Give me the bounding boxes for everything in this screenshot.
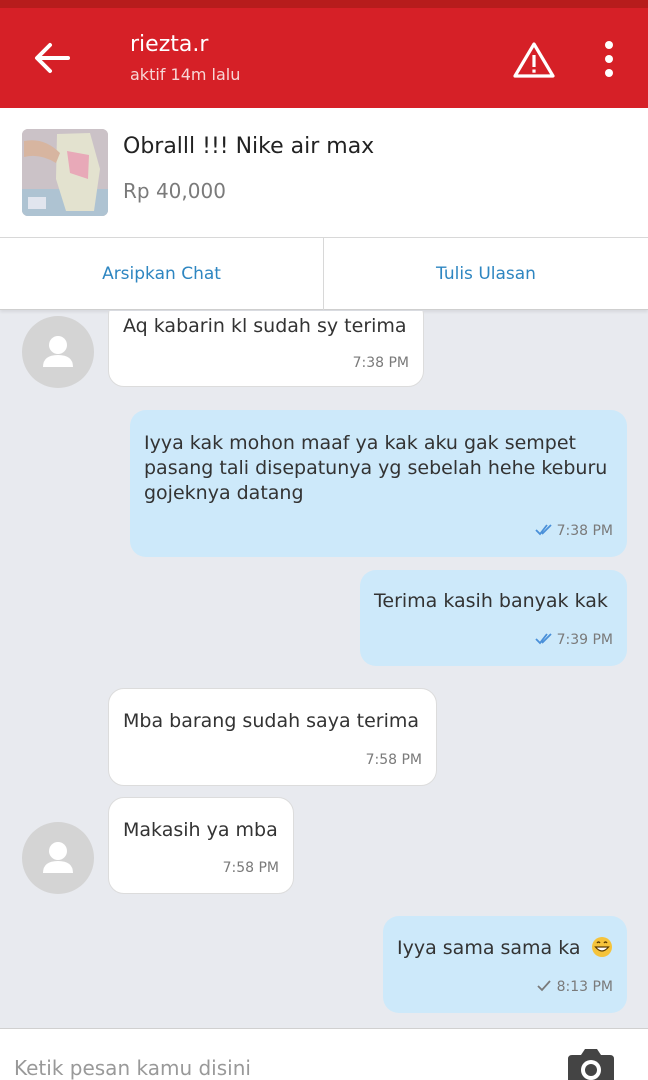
message-text: Mba barang sudah saya terima <box>123 710 420 732</box>
message-bubble-incoming[interactable]: Makasih ya mba 7:58 PM <box>108 797 294 894</box>
message-meta: 7:38 PM <box>534 519 613 544</box>
more-vertical-icon[interactable] <box>594 38 624 82</box>
message-composer <box>0 1028 648 1080</box>
message-meta: 8:13 PM <box>535 975 613 1000</box>
double-check-icon <box>534 524 552 536</box>
avatar <box>22 316 94 388</box>
product-thumbnail <box>22 129 108 216</box>
message-bubble-outgoing[interactable]: Iyya kak mohon maaf ya kak aku gak sempe… <box>130 410 627 557</box>
contact-status: aktif 14m lalu <box>130 65 241 84</box>
chat-header: riezta.r aktif 14m lalu <box>0 8 648 108</box>
user-avatar-icon <box>43 842 73 873</box>
message-bubble-incoming[interactable]: Mba barang sudah saya terima 7:58 PM <box>108 688 437 786</box>
message-time: 8:13 PM <box>556 979 613 995</box>
avatar <box>22 822 94 894</box>
message-input[interactable] <box>0 1029 540 1080</box>
message-text: gojeknya datang <box>144 482 304 504</box>
user-avatar-icon <box>43 336 73 367</box>
message-meta: 7:39 PM <box>534 628 613 653</box>
message-bubble-incoming[interactable]: Aq kabarin kl sudah sy terima 7:38 PM <box>108 311 424 387</box>
back-arrow-icon[interactable] <box>28 34 76 82</box>
write-review-button[interactable]: Tulis Ulasan <box>324 238 648 310</box>
message-bubble-outgoing[interactable]: Iyya sama sama ka 8:13 PM <box>383 916 627 1013</box>
grinning-face-emoji <box>591 937 612 957</box>
message-text: Makasih ya mba <box>123 819 278 841</box>
message-text: Iyya sama sama ka <box>397 937 581 959</box>
archive-chat-button[interactable]: Arsipkan Chat <box>0 238 324 310</box>
product-card[interactable]: Obralll !!! Nike air max Rp 40,000 <box>0 108 648 238</box>
product-price: Rp 40,000 <box>123 179 226 203</box>
contact-name[interactable]: riezta.r <box>130 32 208 57</box>
message-time: 7:58 PM <box>365 752 422 768</box>
chat-thread[interactable]: Aq kabarin kl sudah sy terima 7:38 PM Iy… <box>0 311 648 1028</box>
chat-actions: Arsipkan Chat Tulis Ulasan <box>0 238 648 310</box>
message-text: Iyya sama sama ka <box>397 936 613 961</box>
message-text: pasang tali disepatunya yg sebelah hehe … <box>144 457 608 479</box>
message-bubble-outgoing[interactable]: Terima kasih banyak kak 7:39 PM <box>360 570 627 666</box>
message-time: 7:39 PM <box>556 632 613 648</box>
camera-icon[interactable] <box>564 1047 618 1080</box>
message-text: Iyya kak mohon maaf ya kak aku gak sempe… <box>144 432 576 454</box>
double-check-icon <box>534 633 552 645</box>
message-time: 7:38 PM <box>352 355 409 371</box>
status-bar <box>0 0 648 8</box>
warning-icon[interactable] <box>512 40 556 80</box>
message-text: Aq kabarin kl sudah sy terima <box>123 315 407 337</box>
message-time: 7:38 PM <box>556 523 613 539</box>
single-check-icon <box>536 980 551 992</box>
message-time: 7:58 PM <box>222 860 279 876</box>
message-text: Terima kasih banyak kak <box>374 590 608 612</box>
product-title: Obralll !!! Nike air max <box>123 134 375 159</box>
